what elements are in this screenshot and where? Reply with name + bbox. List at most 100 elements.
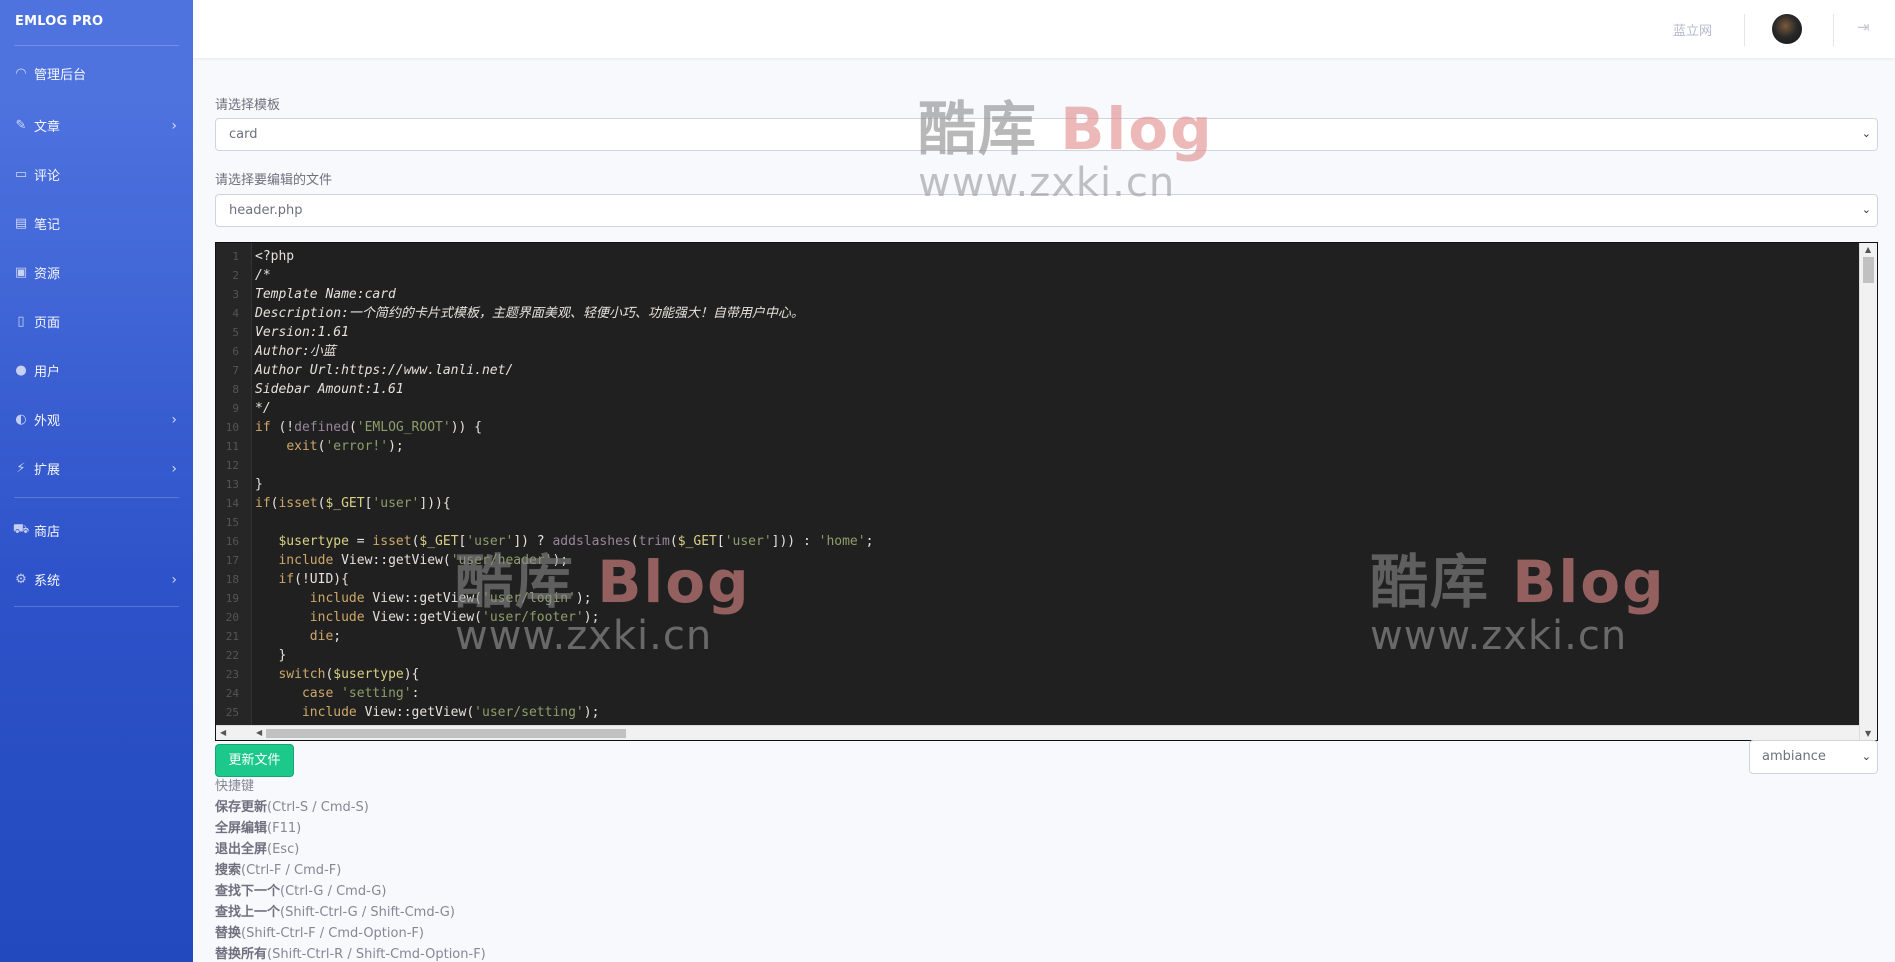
gear-icon: ⚙ [15, 572, 27, 587]
code-line[interactable]: 7 Author Url:https://www.lanli.net/ [216, 361, 1877, 380]
avatar[interactable] [1772, 14, 1802, 44]
template-select-value: card [229, 127, 258, 142]
code-line[interactable]: 13} [216, 475, 1877, 494]
shortcut-keys: (Shift-Ctrl-G / Shift-Cmd-G) [280, 905, 455, 920]
line-number: 23 [225, 668, 239, 681]
code-line[interactable]: 25 include View::getView('user/setting')… [216, 703, 1877, 722]
comment-icon: ▭ [14, 167, 28, 182]
scroll-down-icon[interactable]: ▼ [1865, 729, 1871, 738]
horizontal-scrollbar[interactable]: ◀ ◀ [216, 725, 1859, 740]
code-line[interactable]: 8 Sidebar Amount:1.61 [216, 380, 1877, 399]
sidebar-divider [14, 606, 179, 607]
code-text: if (!defined('EMLOG_ROOT')) { [255, 420, 482, 435]
line-number: 18 [225, 573, 239, 586]
sidebar-item-resources[interactable]: ▣ 资源 [0, 248, 193, 297]
line-number: 10 [225, 421, 239, 434]
sidebar-item-label: 系统 [34, 574, 61, 589]
sidebar-item-dashboard[interactable]: ◠ 管理后台 [0, 46, 193, 101]
code-line[interactable]: 1 <?php [216, 247, 1877, 266]
code-line[interactable]: 2 /* [216, 266, 1877, 285]
site-link[interactable]: 蓝立网 [1673, 20, 1712, 39]
scroll-thumb[interactable] [1863, 257, 1874, 283]
theme-select-value: ambiance [1762, 749, 1826, 764]
dashboard-icon: ◠ [15, 66, 27, 81]
sidebar-item-users[interactable]: ● 用户 [0, 346, 193, 395]
topbar-divider [1833, 14, 1834, 46]
code-line[interactable]: 3 Template Name:card [216, 285, 1877, 304]
chevron-right-icon: › [171, 117, 177, 134]
code-line[interactable]: 5 Version:1.61 [216, 323, 1877, 342]
code-text: Description:一个简约的卡片式模板，主题界面美观、轻便小巧、功能强大！… [255, 306, 804, 321]
sidebar-item-articles[interactable]: ✎ 文章 › [0, 101, 193, 150]
chevron-down-icon: ⌄ [1861, 203, 1871, 216]
code-line[interactable]: 4 Description:一个简约的卡片式模板，主题界面美观、轻便小巧、功能强大… [216, 304, 1877, 323]
shortcut-keys: (Esc) [267, 842, 300, 857]
code-editor[interactable]: 1 <?php 2 /* 3 Template Name:card 4 Description… [215, 242, 1878, 741]
template-select-label: 请选择模板 [215, 98, 281, 113]
logout-icon[interactable]: ⇥ [1857, 18, 1870, 36]
line-number: 15 [225, 516, 239, 529]
code-line[interactable]: 17 include View::getView('user/header'); [216, 551, 1877, 570]
sidebar-item-appearance[interactable]: ◐ 外观 › [0, 395, 193, 444]
image-icon: ▣ [14, 265, 28, 280]
code-line[interactable]: 6 Author:小蓝 [216, 342, 1877, 361]
sidebar-item-system[interactable]: ⚙ 系统 › [0, 555, 193, 604]
file-select[interactable]: header.php ⌄ [215, 194, 1878, 227]
code-line[interactable]: 20 include View::getView('user/footer'); [216, 608, 1877, 627]
line-number: 11 [225, 440, 239, 453]
code-line[interactable]: 12 [216, 456, 1877, 475]
line-number: 7 [232, 364, 239, 377]
code-text: include View::getView('user/setting'); [301, 705, 600, 720]
code-line[interactable]: 23 switch($usertype){ [216, 665, 1877, 684]
code-line[interactable]: 21 die; [216, 627, 1877, 646]
sidebar-item-store[interactable]: ⛟ 商店 [0, 506, 193, 555]
code-line[interactable]: 15 [216, 513, 1877, 532]
line-number: 2 [232, 269, 239, 282]
sidebar-item-label: 商店 [34, 525, 61, 540]
sidebar-item-comments[interactable]: ▭ 评论 [0, 150, 193, 199]
code-text: <?php [255, 249, 295, 264]
vertical-scrollbar[interactable]: ▲ ▼ [1859, 243, 1877, 740]
scroll-left-icon[interactable]: ◀ [256, 728, 262, 737]
line-number: 8 [232, 383, 239, 396]
code-line[interactable]: 24 case 'setting': [216, 684, 1877, 703]
code-line[interactable]: 14 if(isset($_GET['user'])){ [216, 494, 1877, 513]
code-line[interactable]: 9 */ [216, 399, 1877, 418]
shortcut-name: 退出全屏 [215, 842, 268, 857]
shortcut-keys: (Ctrl-S / Cmd-S) [267, 800, 369, 815]
line-number: 20 [225, 611, 239, 624]
brand-title[interactable]: EMLOG PRO [0, 0, 193, 45]
file-icon: ▯ [17, 314, 25, 329]
line-number: 9 [232, 402, 239, 415]
update-file-button[interactable]: 更新文件 [215, 744, 294, 777]
sidebar-item-notes[interactable]: ▤ 笔记 [0, 199, 193, 248]
pen-icon: ✎ [15, 118, 27, 133]
code-line[interactable]: 19 include View::getView('user/login'); [216, 589, 1877, 608]
shortcut-item: 全屏编辑(F11) [215, 818, 486, 839]
code-text: exit('error!'); [286, 439, 404, 454]
shortcut-keys: (Ctrl-F / Cmd-F) [241, 863, 342, 878]
scroll-up-icon[interactable]: ▲ [1865, 245, 1871, 254]
code-text: include View::getView('user/header'); [278, 553, 569, 568]
sidebar-item-pages[interactable]: ▯ 页面 [0, 297, 193, 346]
line-number: 4 [232, 307, 239, 320]
code-line[interactable]: 18 if(!UID){ [216, 570, 1877, 589]
code-line[interactable]: 16 $usertype = isset($_GET['user']) ? ad… [216, 532, 1877, 551]
chevron-down-icon: ⌄ [1861, 750, 1871, 763]
editor-theme-select[interactable]: ambiance ⌄ [1749, 740, 1878, 774]
template-select[interactable]: card ⌄ [215, 118, 1878, 151]
scroll-thumb[interactable] [266, 729, 626, 738]
sidebar-item-label: 扩展 [34, 463, 61, 478]
chevron-right-icon: › [171, 460, 177, 477]
line-number: 1 [232, 250, 239, 263]
sidebar-item-extensions[interactable]: ⚡ 扩展 › [0, 444, 193, 493]
topbar-divider [1744, 14, 1745, 46]
shortcut-item: 替换(Shift-Ctrl-F / Cmd-Option-F) [215, 923, 486, 944]
code-line[interactable]: 10 if (!defined('EMLOG_ROOT')) { [216, 418, 1877, 437]
code-line[interactable]: 11 exit('error!'); [216, 437, 1877, 456]
code-line[interactable]: 22 } [216, 646, 1877, 665]
shortcut-item: 保存更新(Ctrl-S / Cmd-S) [215, 797, 486, 818]
scroll-left-icon[interactable]: ◀ [220, 728, 226, 737]
file-select-label: 请选择要编辑的文件 [215, 173, 333, 188]
line-number: 25 [225, 706, 239, 719]
